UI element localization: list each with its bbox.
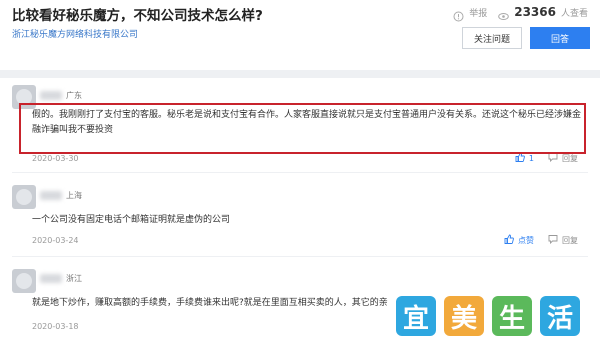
highlight-annotation <box>19 103 586 154</box>
answer-location: 浙江 <box>66 274 82 283</box>
eye-icon <box>498 7 510 20</box>
answer-date: 2020-03-30 <box>32 154 79 163</box>
username-redacted <box>40 191 62 200</box>
answer-date: 2020-03-18 <box>32 322 79 331</box>
question-header: 比较看好秘乐魔方，不知公司技术怎么样? 浙江秘乐魔方网络科技有限公司 举报 23… <box>0 0 600 70</box>
answer-text-line: 一个公司没有固定电话个邮箱证明就是虚伪的公司 <box>32 215 231 225</box>
follow-question-button[interactable]: 关注问题 <box>462 27 522 49</box>
divider <box>12 256 588 257</box>
answer-date: 2020-03-24 <box>32 236 79 245</box>
like-button[interactable]: 点赞 <box>504 234 534 246</box>
like-count: 1 <box>528 153 534 163</box>
watermark-char: 宜 <box>396 296 436 336</box>
answer-button[interactable]: 回答 <box>530 27 590 49</box>
answer-location: 广东 <box>66 91 82 100</box>
avatar[interactable] <box>12 185 36 209</box>
watermark-char: 美 <box>444 296 484 336</box>
answer-location: 上海 <box>66 191 82 200</box>
reply-label: 回复 <box>562 235 578 245</box>
company-link[interactable]: 浙江秘乐魔方网络科技有限公司 <box>12 27 138 40</box>
watermark-char: 活 <box>540 296 580 336</box>
divider <box>12 172 588 173</box>
reply-label: 回复 <box>562 153 578 163</box>
question-title: 比较看好秘乐魔方，不知公司技术怎么样? <box>12 8 263 24</box>
username-redacted <box>40 91 62 100</box>
watermark-logo: 宜 美 生 活 <box>396 296 580 336</box>
like-label: 点赞 <box>518 235 534 245</box>
reply-button[interactable]: 回复 <box>548 234 578 246</box>
report-icon[interactable] <box>453 7 464 21</box>
answer-text: 就是地下炒作，赚取高额的手续费，手续费谁来出呢?就是在里面互相买卖的人，其它的亲 <box>32 296 388 311</box>
answer-actions: 点赞 回复 <box>504 234 578 246</box>
answer-text: 一个公司没有固定电话个邮箱证明就是虚伪的公司 <box>32 213 230 228</box>
avatar[interactable] <box>12 269 36 293</box>
view-unit: 人查看 <box>560 8 588 19</box>
report-link[interactable]: 举报 <box>469 6 487 19</box>
question-meta: 举报 23366 人查看 <box>453 5 588 21</box>
thumbs-up-icon <box>504 234 514 246</box>
watermark-char: 生 <box>492 296 532 336</box>
answer-text-line: 就是地下炒作，赚取高额的手续费，手续费谁来出呢?就是在里面互相买卖的人，其它的亲 <box>32 298 388 308</box>
view-count: 23366 <box>514 5 556 19</box>
comment-icon <box>548 234 558 246</box>
username-redacted <box>40 274 62 283</box>
